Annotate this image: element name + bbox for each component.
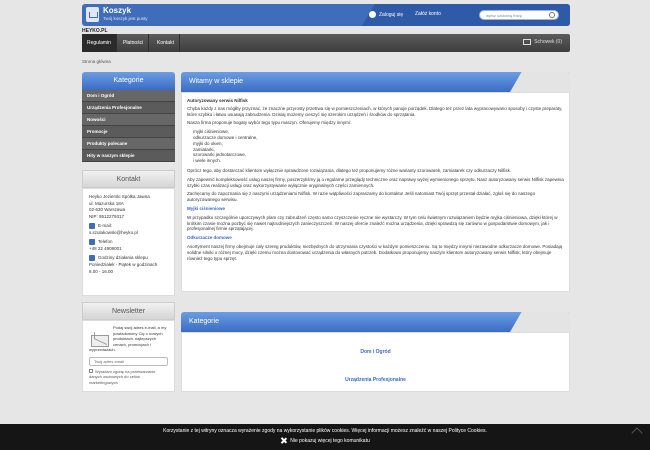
phone-number[interactable]: +48 22 4909001 [89, 246, 168, 253]
cookie-close-button[interactable]: Nie pokazuj więcej tego komunikatu [0, 437, 650, 444]
login-link[interactable]: Zaloguj się [369, 11, 403, 18]
sidebar-item-urzadzenia-profesjonalne[interactable]: Urządzenia Profesjonalne [82, 102, 175, 114]
top-header: Koszyk Twój koszyk jest pusty Zaloguj si… [82, 4, 570, 26]
cart-icon[interactable] [86, 7, 99, 22]
clipboard-label[interactable]: Schowek (0) [534, 39, 562, 45]
subheading-odkurzacze: Odkurzacze domowe [187, 235, 232, 241]
sidebar-item-hity[interactable]: Hity w naszym sklepie [82, 150, 175, 162]
search-placeholder: wpisz szukaną frazę [486, 13, 523, 18]
email-link[interactable]: s.szulakowski@heyko.pl [89, 230, 168, 237]
sidebar-categories: Dom i Ogród Urządzenia Profesjonalne Now… [82, 90, 175, 162]
register-link[interactable]: Załóż konto [415, 11, 441, 17]
consent-checkbox[interactable] [89, 368, 93, 373]
hours-line: 8.00 - 16.00 [89, 268, 114, 274]
article-paragraph: Aby zapewnić kompleksowość usług naszej … [187, 176, 564, 188]
article-heading: Autoryzowany serwis Nilfisk [187, 98, 248, 103]
category-link-urzadzenia[interactable]: Urządzenia Profesjonalne [182, 377, 569, 383]
nav-item-regulamin[interactable]: Regulamin [82, 34, 117, 52]
phone-label: Telefon [98, 239, 113, 245]
sidebar-item-produkty-polecane[interactable]: Produkty polecane [82, 138, 175, 150]
company-line: NIP: 9512279317 [89, 213, 125, 219]
category-link-dom-i-ogrod[interactable]: Dom i Ogród [182, 349, 569, 355]
envelope-icon [91, 335, 109, 347]
categories-body: Dom i Ogród Urządzenia Profesjonalne [181, 332, 570, 392]
welcome-body: Autoryzowany serwis Nilfisk Chyba każdy … [181, 92, 570, 292]
cookie-close-label[interactable]: Nie pokazuj więcej tego komunikatu [290, 438, 370, 444]
header-tail [510, 312, 570, 332]
email-label: E-mail: [98, 223, 113, 229]
clipboard-icon [523, 39, 532, 45]
breadcrumb[interactable]: Strona główna [82, 59, 111, 64]
close-icon[interactable] [280, 437, 287, 444]
nav-item-kontakt[interactable]: Kontakt [152, 34, 180, 52]
calendar-icon [89, 255, 95, 262]
list-item: i wiele innych. [193, 158, 222, 164]
subheading-myjki: Myjki ciśnieniowe [187, 205, 226, 211]
login-label[interactable]: Zaloguj się [379, 12, 403, 18]
sidebar-item-dom-i-ogrod[interactable]: Dom i Ogród [82, 90, 175, 102]
consent-label: Wyrażam zgodę na przetwarzanie danych os… [89, 368, 156, 385]
search-input[interactable]: wpisz szukaną frazę [479, 10, 559, 20]
user-icon [369, 11, 376, 18]
contact-title: Kontakt [82, 170, 175, 188]
newsletter-title: Newsletter [82, 302, 175, 320]
welcome-title: Witamy w sklepie [189, 78, 244, 85]
email-icon [89, 223, 95, 229]
hours-line: Poniedziałek - Piątek w godzinach [89, 262, 158, 268]
article-paragraph: W przypadku szczególnie uporczywych plam… [187, 214, 558, 232]
article-paragraph: Nasza firma proponuje bogaty wybór tego … [187, 120, 352, 126]
cookie-bar: Korzystanie z tej witryny oznacza wyraże… [0, 424, 650, 450]
sidebar: Kategorie Dom i Ogród Urządzenia Profesj… [82, 72, 175, 392]
phone-icon [89, 239, 95, 246]
newsletter-box: Podaj swój adres e-mail, a my powiadomim… [82, 320, 175, 392]
article-paragraph: Oprócz tego, aby dostarczać klientom wył… [187, 167, 512, 173]
contact-box: Heyko Jezierski Spółka Jawna ul. Mazursk… [82, 188, 175, 296]
cookie-text: Korzystanie z tej witryny oznacza wyraże… [163, 428, 487, 434]
machine-list: myjki ciśnieniowe, odkurzacze domowe i c… [193, 129, 564, 164]
cart-title[interactable]: Koszyk [103, 6, 131, 15]
sidebar-categories-title: Kategorie [82, 72, 175, 90]
categories-title: Kategorie [189, 318, 219, 325]
main-nav: Regulamin Płatności Kontakt Schowek (0) [82, 34, 570, 52]
article-paragraph: Chyba każdy z nas mógłby przyznać, że zn… [187, 105, 563, 117]
cart-status: Twój koszyk jest pusty [103, 16, 148, 21]
clipboard-link[interactable]: Schowek (0) [523, 39, 562, 45]
hours-label: Godziny działania sklepu [98, 255, 148, 261]
search-icon[interactable] [549, 12, 555, 18]
sidebar-item-nowosci[interactable]: Nowości [82, 114, 175, 126]
newsletter-email-input[interactable]: Twój adres email [89, 356, 168, 366]
main-content: Witamy w sklepie Autoryzowany serwis Nil… [181, 72, 570, 392]
sidebar-item-promocje[interactable]: Promocje [82, 126, 175, 138]
categories-header: Kategorie [181, 312, 570, 332]
welcome-header: Witamy w sklepie [181, 72, 570, 92]
article-paragraph: Zachęcamy do zapoznania się z naszymi ur… [187, 191, 536, 203]
newsletter-consent[interactable]: Wyrażam zgodę na przetwarzanie danych os… [89, 368, 168, 386]
nav-item-platnosci[interactable]: Płatności [118, 34, 150, 52]
header-tail [510, 72, 570, 92]
article-paragraph: Asortyment naszej firmy obejmuje cały sz… [187, 243, 563, 261]
